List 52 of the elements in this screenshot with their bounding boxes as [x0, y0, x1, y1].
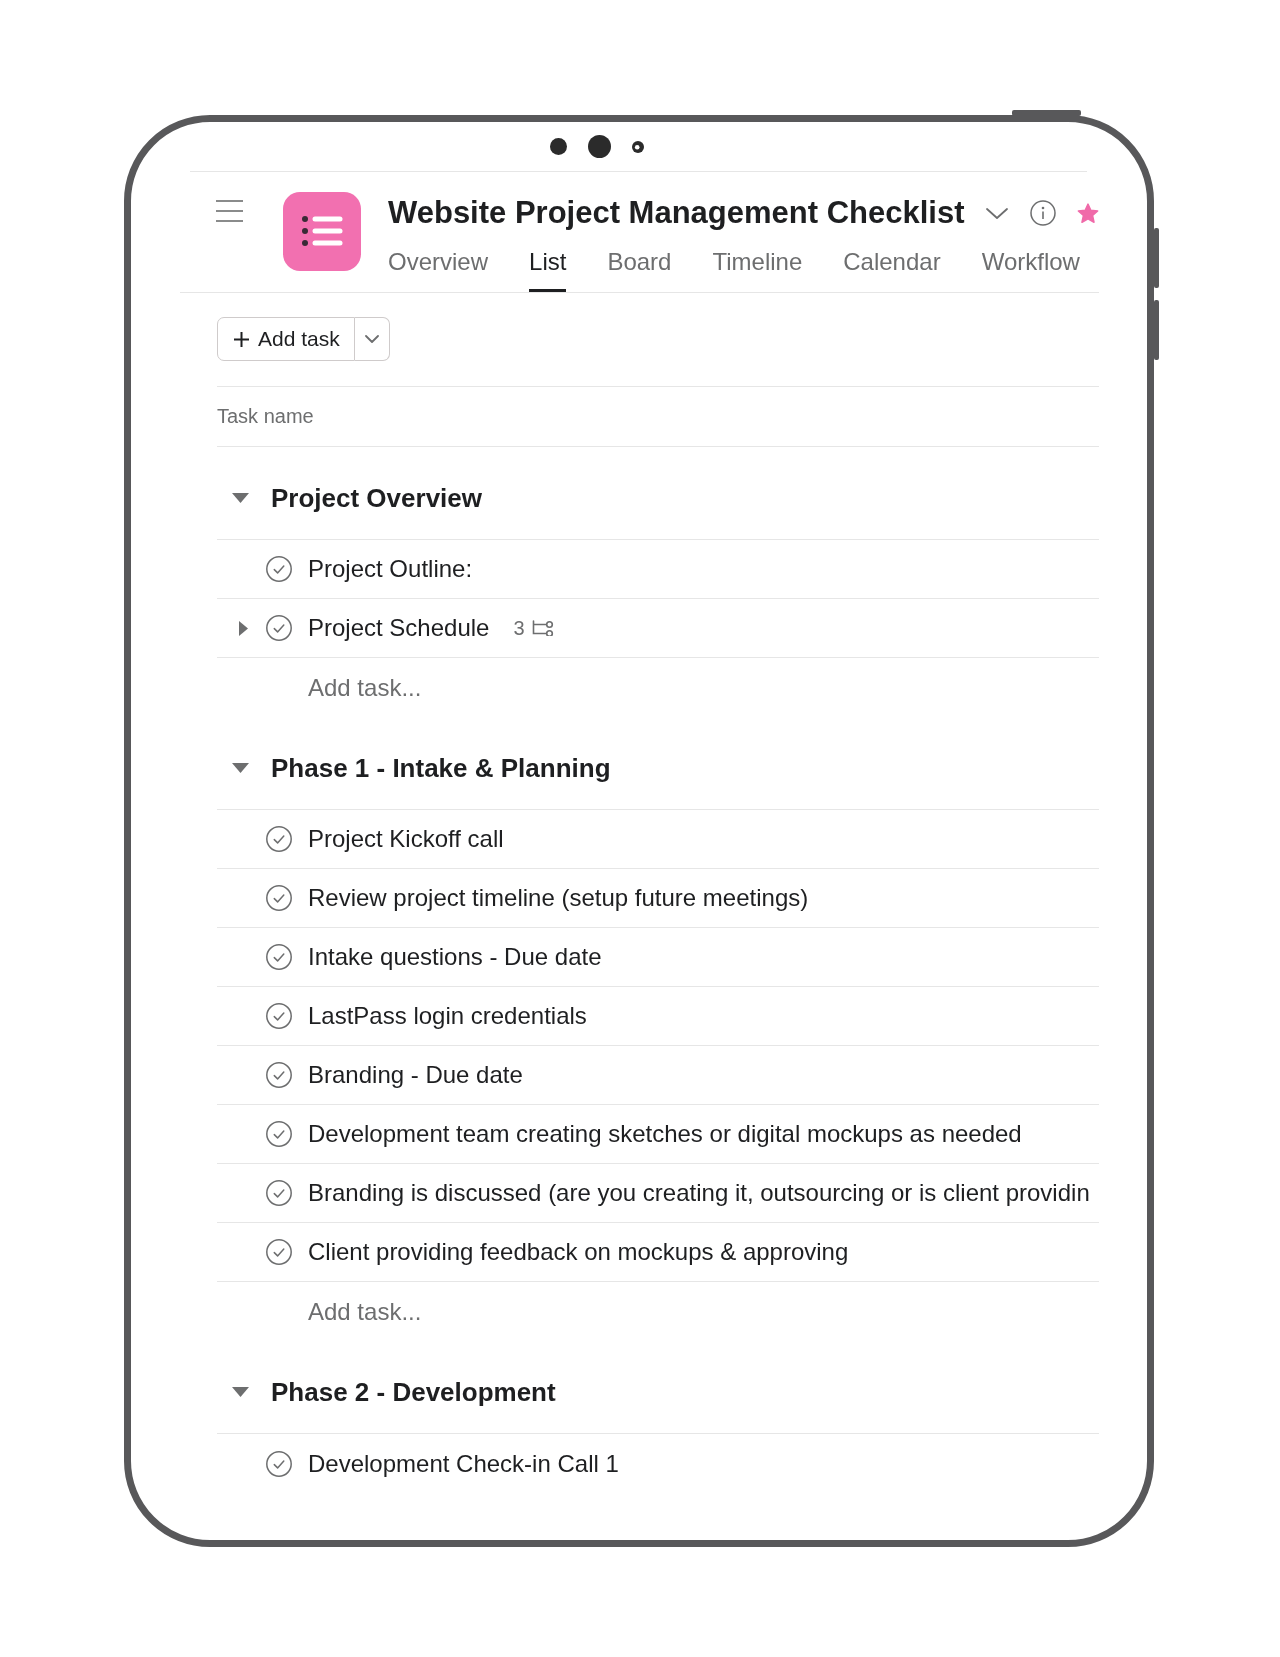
- caret-down-icon[interactable]: [232, 1387, 249, 1397]
- tab[interactable]: Overview: [388, 234, 489, 292]
- task-name[interactable]: Branding - Due date: [308, 1061, 523, 1089]
- check-circle-icon[interactable]: [266, 1121, 292, 1147]
- tab[interactable]: Workflow: [981, 234, 1080, 292]
- chevron-down-icon: [364, 335, 379, 343]
- task-name[interactable]: Project Schedule: [308, 614, 490, 642]
- add-task-button[interactable]: Add task: [217, 317, 355, 361]
- check-circle-icon[interactable]: [266, 826, 292, 852]
- list-icon: [283, 192, 361, 271]
- add-task-link[interactable]: Add task...: [308, 1297, 422, 1326]
- menu-icon[interactable]: [216, 200, 243, 222]
- dot-icon: [588, 135, 611, 158]
- task-name[interactable]: Review project timeline (setup future meetings): [308, 884, 809, 912]
- task-name[interactable]: Project Outline:: [308, 555, 473, 583]
- check-circle-icon[interactable]: [266, 885, 292, 911]
- info-icon[interactable]: [1029, 200, 1056, 226]
- task-name[interactable]: Project Kickoff call: [308, 825, 504, 853]
- caret-down-icon[interactable]: [232, 763, 249, 773]
- task-name[interactable]: Intake questions - Due date: [308, 943, 602, 971]
- tab[interactable]: Calendar: [843, 234, 941, 292]
- check-circle-icon[interactable]: [266, 556, 292, 582]
- dot-icon: [550, 138, 567, 155]
- chevron-down-icon[interactable]: [985, 207, 1008, 219]
- check-circle-icon[interactable]: [266, 1450, 292, 1477]
- task-name[interactable]: Branding is discussed (are you creating it, outsourcing or is client providin: [308, 1179, 1090, 1207]
- caret-right-icon[interactable]: [239, 620, 248, 636]
- task-name[interactable]: LastPass login credentials: [308, 1002, 587, 1030]
- column-header: Task name: [217, 405, 314, 428]
- check-circle-icon[interactable]: [266, 944, 292, 970]
- tab[interactable]: Board: [607, 234, 672, 292]
- task-name[interactable]: Development Check-in Call 1: [308, 1449, 619, 1478]
- star-icon[interactable]: [1076, 202, 1099, 224]
- plus-icon: [234, 331, 249, 347]
- subtask-icon: [531, 620, 554, 636]
- check-circle-icon[interactable]: [266, 1062, 292, 1088]
- task-name[interactable]: Development team creating sketches or digital mockups as needed: [308, 1120, 1022, 1148]
- check-circle-icon[interactable]: [266, 1239, 292, 1265]
- add-task-link[interactable]: Add task...: [308, 673, 422, 702]
- caret-down-icon[interactable]: [232, 493, 249, 503]
- section-title: Phase 2 - Development: [271, 1376, 556, 1408]
- task-name[interactable]: Client providing feedback on mockups & approving: [308, 1238, 849, 1266]
- check-circle-icon[interactable]: [266, 1003, 292, 1029]
- check-circle-icon[interactable]: [266, 615, 292, 641]
- project-title: Website Project Management Checklist: [388, 194, 965, 232]
- tab[interactable]: Timeline: [712, 234, 803, 292]
- ring-icon: [632, 140, 644, 153]
- dropdown-button[interactable]: [354, 317, 390, 361]
- check-circle-icon[interactable]: [266, 1180, 292, 1206]
- section-title: Phase 1 - Intake & Planning: [271, 752, 611, 784]
- section-title: Project Overview: [271, 482, 482, 514]
- subtask-count: 3: [513, 616, 525, 640]
